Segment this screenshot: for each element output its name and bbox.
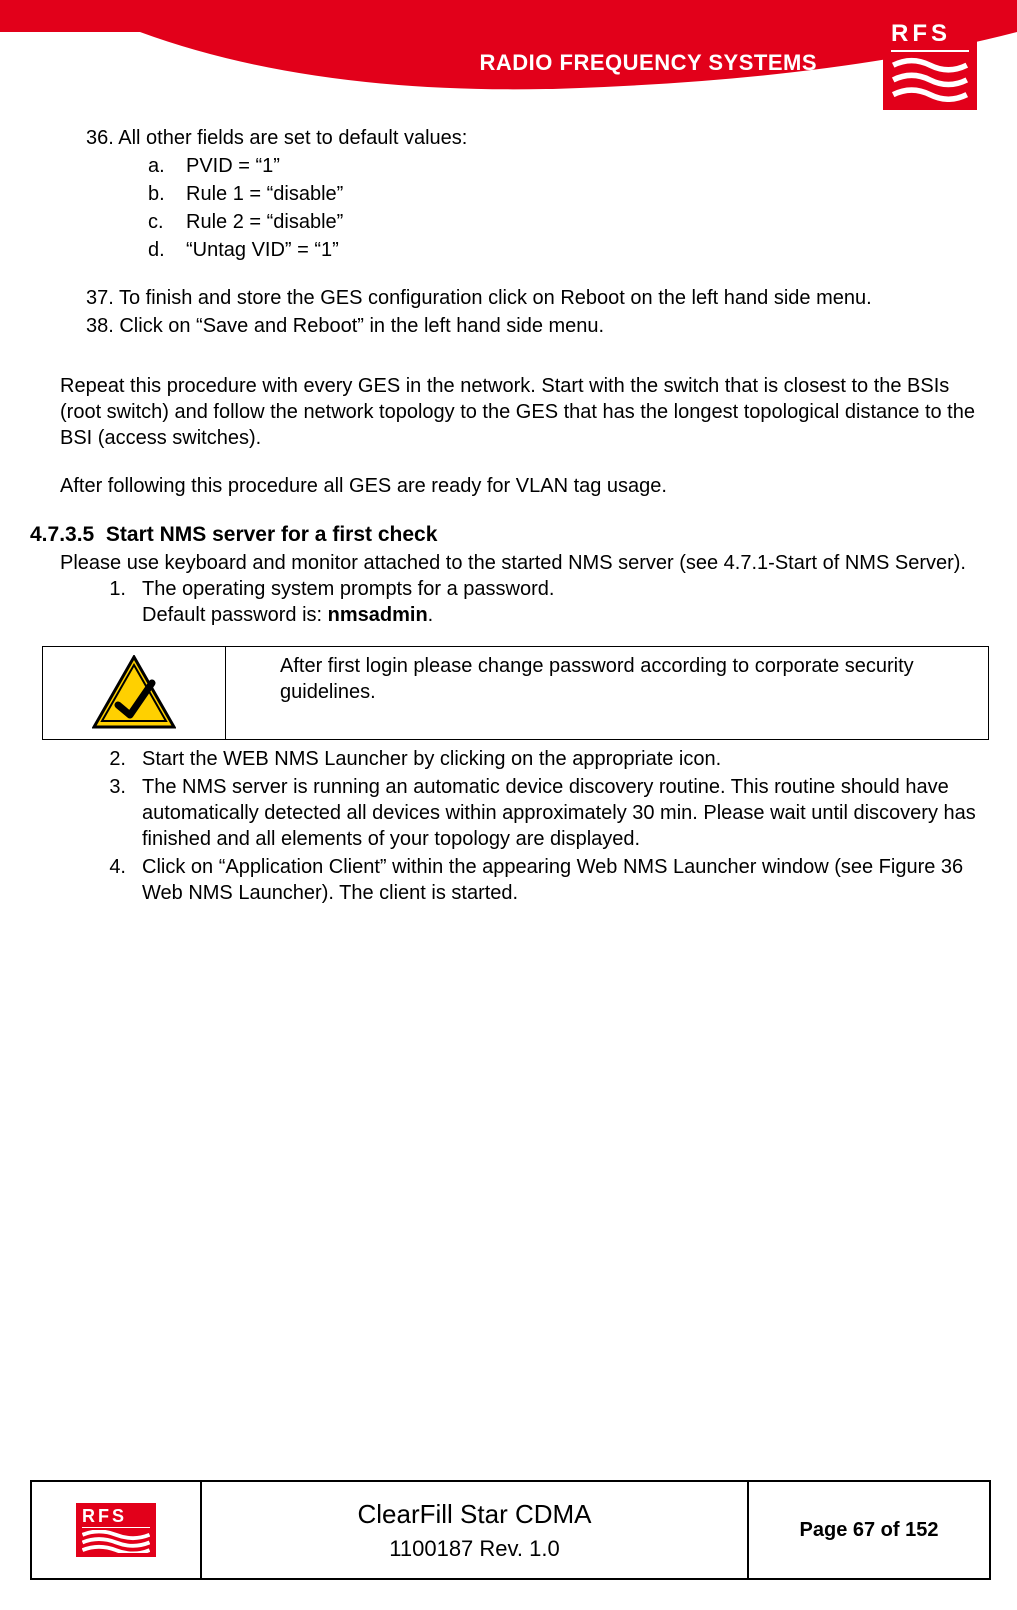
paragraph-repeat: Repeat this procedure with every GES in … [30, 373, 987, 451]
page: RADIO FREQUENCY SYSTEMS RFS 36. All othe… [0, 0, 1017, 1610]
step1-line2-pre: Default password is: [142, 604, 328, 626]
paragraph-ready: After following this procedure all GES a… [30, 473, 987, 499]
step-text: Click on “Application Client” within the… [142, 854, 987, 906]
step-text: The operating system prompts for a passw… [142, 576, 554, 628]
rfs-logo-waves-icon [891, 56, 969, 102]
step-list: 1. The operating system prompts for a pa… [30, 576, 987, 628]
item36-intro: 36. All other fields are set to default … [86, 125, 987, 151]
item36-sublist: a. PVID = “1” b. Rule 1 = “disable” c. Rule… [86, 153, 987, 263]
step-marker: 3. [104, 774, 126, 852]
sub-marker: a. [148, 153, 170, 179]
page-footer: RFS ClearFill Star CDMA 1100187 Rev. 1.0… [30, 1480, 991, 1580]
company-name: RADIO FREQUENCY SYSTEMS [480, 50, 817, 76]
page-header: RADIO FREQUENCY SYSTEMS RFS [0, 0, 1017, 98]
warning-icon-cell [43, 647, 226, 739]
paragraph-nms-intro: Please use keyboard and monitor attached… [30, 550, 987, 576]
item37-text: 37. To finish and store the GES configur… [86, 285, 987, 311]
step-list-cont: 2. Start the WEB NMS Launcher by clickin… [30, 746, 987, 906]
sub-text: “Untag VID” = “1” [186, 237, 339, 263]
step-4: 4. Click on “Application Client” within … [104, 854, 987, 906]
footer-title-cell: ClearFill Star CDMA 1100187 Rev. 1.0 [202, 1482, 749, 1578]
heading-number: 4.7.3.5 [30, 523, 94, 546]
step1-password: nmsadmin [328, 604, 428, 626]
sub-item: c. Rule 2 = “disable” [148, 209, 987, 235]
page-number: Page 67 of 152 [800, 1519, 939, 1542]
sub-text: Rule 1 = “disable” [186, 181, 343, 207]
rfs-logo: RFS [883, 16, 977, 110]
sub-marker: c. [148, 209, 170, 235]
page-body: 36. All other fields are set to default … [30, 125, 987, 908]
list-item-36: 36. All other fields are set to default … [30, 125, 987, 263]
step-1: 1. The operating system prompts for a pa… [104, 576, 987, 628]
step-marker: 4. [104, 854, 126, 906]
list-item-37: 37. To finish and store the GES configur… [30, 285, 987, 311]
rfs-logo-text: RFS [891, 22, 969, 52]
step1-line1: The operating system prompts for a passw… [142, 578, 554, 600]
doc-title: ClearFill Star CDMA [357, 1499, 591, 1530]
rfs-logo-small-waves-icon [82, 1530, 150, 1553]
sub-item: d. “Untag VID” = “1” [148, 237, 987, 263]
sub-item: a. PVID = “1” [148, 153, 987, 179]
sub-marker: d. [148, 237, 170, 263]
rfs-logo-small-text: RFS [82, 1507, 150, 1528]
step-3: 3. The NMS server is running an automati… [104, 774, 987, 852]
footer-page-cell: Page 67 of 152 [749, 1482, 989, 1578]
heading-4-7-3-5: 4.7.3.5 Start NMS server for a first che… [30, 521, 987, 548]
sub-text: Rule 2 = “disable” [186, 209, 343, 235]
step-text: Start the WEB NMS Launcher by clicking o… [142, 746, 721, 772]
step-marker: 2. [104, 746, 126, 772]
warning-box: After first login please change password… [42, 646, 989, 740]
step1-line2-post: . [428, 604, 434, 626]
step-marker: 1. [104, 576, 126, 628]
sub-text: PVID = “1” [186, 153, 280, 179]
sub-marker: b. [148, 181, 170, 207]
item38-text: 38. Click on “Save and Reboot” in the le… [86, 313, 987, 339]
step-2: 2. Start the WEB NMS Launcher by clickin… [104, 746, 987, 772]
warning-text: After first login please change password… [226, 647, 988, 739]
doc-revision: 1100187 Rev. 1.0 [389, 1536, 559, 1562]
footer-logo-cell: RFS [32, 1482, 202, 1578]
warning-icon [92, 655, 176, 731]
heading-title: Start NMS server for a first check [106, 523, 437, 546]
list-item-38: 38. Click on “Save and Reboot” in the le… [30, 313, 987, 339]
rfs-logo-small: RFS [76, 1503, 156, 1557]
sub-item: b. Rule 1 = “disable” [148, 181, 987, 207]
step-text: The NMS server is running an automatic d… [142, 774, 987, 852]
